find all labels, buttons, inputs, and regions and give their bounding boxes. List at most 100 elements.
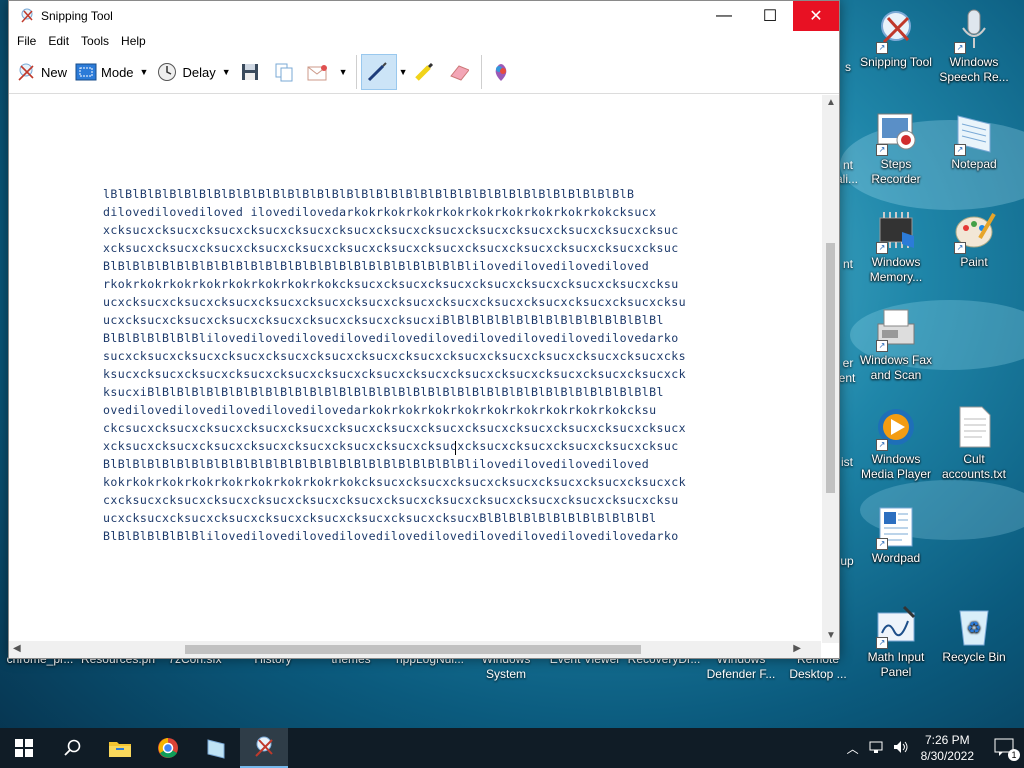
eraser-button[interactable] xyxy=(443,55,477,89)
snip-text-line: BlBlBlBlBlBlBlBlBlBlBlBlBlBlBlBlBlBlBlBl… xyxy=(103,259,650,273)
snip-text-line: BlBlBlBlBlBlBlBlBlBlBlBlBlBlBlBlBlBlBlBl… xyxy=(103,457,650,471)
desktop-icon-label: Windows Speech Re... xyxy=(939,55,1009,84)
text-cursor xyxy=(455,441,456,455)
minimize-button[interactable]: — xyxy=(701,1,747,31)
desktop-icon-label: Cult accounts.txt xyxy=(941,452,1007,481)
paint-palette-icon: ↗ xyxy=(952,208,996,254)
mode-label: Mode xyxy=(101,64,134,80)
snip-text-line: xcksucxcksucxcksucxcksucxcksucxcksucxcks… xyxy=(103,439,679,453)
eraser-icon xyxy=(447,61,470,83)
partial-label: nt xyxy=(842,158,853,172)
microphone-icon: ↗ xyxy=(952,8,996,54)
taskbar-snipping-tool[interactable] xyxy=(240,728,288,768)
menu-bar: File Edit Tools Help xyxy=(9,31,839,51)
desktop-icon-windows-speech[interactable]: ↗ Windows Speech Re... xyxy=(936,8,1012,85)
mode-button[interactable]: Mode ▼ xyxy=(71,55,152,89)
envelope-icon xyxy=(307,61,329,83)
desktop-icon-paint[interactable]: ↗ Paint xyxy=(936,208,1012,270)
highlighter-icon xyxy=(413,61,435,83)
taskbar-notepad[interactable] xyxy=(192,728,240,768)
chevron-down-icon[interactable]: ▼ xyxy=(222,67,231,77)
desktop-icon-label: Snipping Tool xyxy=(860,55,932,69)
copy-button[interactable] xyxy=(269,55,303,89)
send-snip-button[interactable]: ▼ xyxy=(303,55,352,89)
network-icon[interactable] xyxy=(869,740,885,757)
menu-help[interactable]: Help xyxy=(115,34,152,48)
math-input-icon: ↗ xyxy=(874,603,918,649)
save-button[interactable] xyxy=(235,55,269,89)
close-button[interactable]: ✕ xyxy=(793,1,839,31)
desktop-icon-snipping-tool[interactable]: ↗ Snipping Tool xyxy=(858,8,934,70)
maximize-button[interactable]: ☐ xyxy=(747,1,793,31)
media-player-icon: ↗ xyxy=(874,405,918,451)
desktop-icon-label: Windows Media Player xyxy=(860,452,932,481)
menu-edit[interactable]: Edit xyxy=(42,34,75,48)
snip-text-line: ucxcksucxcksucxcksucxcksucxcksucxcksucxc… xyxy=(103,295,687,309)
title-bar[interactable]: Snipping Tool — ☐ ✕ xyxy=(9,1,839,31)
desktop-icon-label: Paint xyxy=(960,255,988,269)
snip-image-text: lBlBlBlBlBlBlBlBlBlBlBlBlBlBlBlBlBlBlBlB… xyxy=(103,185,729,545)
taskbar-file-explorer[interactable] xyxy=(96,728,144,768)
window-title: Snipping Tool xyxy=(41,9,113,23)
desktop-icon-media-player[interactable]: ↗ Windows Media Player xyxy=(858,405,934,482)
snip-text-line: lBlBlBlBlBlBlBlBlBlBlBlBlBlBlBlBlBlBlBlB… xyxy=(103,187,635,201)
partial-label: er xyxy=(842,356,854,370)
desktop-icon-math-input[interactable]: ↗ Math Input Panel xyxy=(858,603,934,680)
scroll-right-icon[interactable]: ▶ xyxy=(793,643,801,654)
recycle-bin-icon: ♻ xyxy=(952,603,996,647)
desktop-icon-label: Windows Memory... xyxy=(869,255,923,284)
chevron-down-icon[interactable]: ▼ xyxy=(140,67,149,77)
desktop-icon-cult-accounts[interactable]: Cult accounts.txt xyxy=(936,405,1012,482)
wordpad-icon: ↗ xyxy=(874,504,918,550)
copy-icon xyxy=(273,61,295,83)
svg-text:♻: ♻ xyxy=(967,620,981,637)
chevron-down-icon[interactable]: ▼ xyxy=(339,67,348,77)
snip-canvas[interactable]: lBlBlBlBlBlBlBlBlBlBlBlBlBlBlBlBlBlBlBlB… xyxy=(9,95,821,643)
horizontal-scroll-thumb[interactable] xyxy=(185,645,641,654)
paint3d-icon xyxy=(490,61,512,83)
scroll-left-icon[interactable]: ◀ xyxy=(13,643,21,654)
desktop-icon-windows-fax[interactable]: ↗ Windows Fax and Scan xyxy=(858,306,934,383)
desktop-icon-label: Math Input Panel xyxy=(867,650,925,679)
notification-badge: 1 xyxy=(1008,748,1020,761)
vertical-scroll-thumb[interactable] xyxy=(826,243,835,493)
desktop-icon-notepad[interactable]: ↗ Notepad xyxy=(936,110,1012,172)
folder-icon xyxy=(109,742,131,757)
clock-date: 8/30/2022 xyxy=(920,749,974,763)
desktop-icon-steps-recorder[interactable]: ↗ Steps Recorder xyxy=(858,110,934,187)
delay-button[interactable]: Delay ▼ xyxy=(152,55,234,89)
new-button[interactable]: New xyxy=(11,55,71,89)
snip-text-line: ckcsucxcksucxcksucxcksucxcksucxcksucxcks… xyxy=(103,421,687,435)
scroll-down-icon[interactable]: ▼ xyxy=(826,630,836,641)
clock-icon xyxy=(156,61,178,83)
edit-with-paint3d-button[interactable] xyxy=(486,55,520,89)
volume-icon[interactable] xyxy=(893,740,909,757)
chevron-up-icon[interactable]: ︿ xyxy=(847,740,859,757)
clock[interactable]: 7:26 PM 8/30/2022 xyxy=(921,732,974,764)
menu-tools[interactable]: Tools xyxy=(75,34,115,48)
start-button[interactable] xyxy=(0,728,48,768)
mode-rectangle-icon xyxy=(75,61,97,83)
scissors-icon xyxy=(15,61,37,83)
desktop-icon-windows-memory[interactable]: ↗ Windows Memory... xyxy=(858,208,934,285)
pen-dropdown[interactable]: ▼ xyxy=(397,55,410,89)
pen-button[interactable] xyxy=(360,54,397,90)
search-button[interactable] xyxy=(48,728,96,768)
highlighter-button[interactable] xyxy=(409,55,443,89)
horizontal-scrollbar[interactable]: ◀ ▶ xyxy=(9,641,821,658)
vertical-scrollbar[interactable]: ▲ ▼ xyxy=(822,95,839,643)
snip-text-line: kokrkokrkokrkokrkokrkokrkokrkokrkokcksuc… xyxy=(103,475,687,489)
desktop-icon-recycle-bin[interactable]: ♻ Recycle Bin xyxy=(936,603,1012,665)
clock-time: 7:26 PM xyxy=(924,733,970,747)
desktop-icon-wordpad[interactable]: ↗ Wordpad xyxy=(858,504,934,566)
menu-file[interactable]: File xyxy=(11,34,42,48)
chevron-down-icon: ▼ xyxy=(398,67,408,77)
scroll-up-icon[interactable]: ▲ xyxy=(826,97,836,108)
taskbar: ︿ 7:26 PM 8/30/2022 1 xyxy=(0,728,1024,768)
taskbar-chrome[interactable] xyxy=(144,728,192,768)
search-icon xyxy=(64,739,81,756)
snip-text-line: ksucxiBlBlBlBlBlBlBlBlBlBlBlBlBlBlBlBlBl… xyxy=(103,385,664,399)
notification-button[interactable]: 1 xyxy=(994,738,1020,761)
toolbar-divider xyxy=(481,55,483,89)
snip-text-line: ucxcksucxcksucxcksucxcksucxcksucxcksucxc… xyxy=(103,313,664,327)
